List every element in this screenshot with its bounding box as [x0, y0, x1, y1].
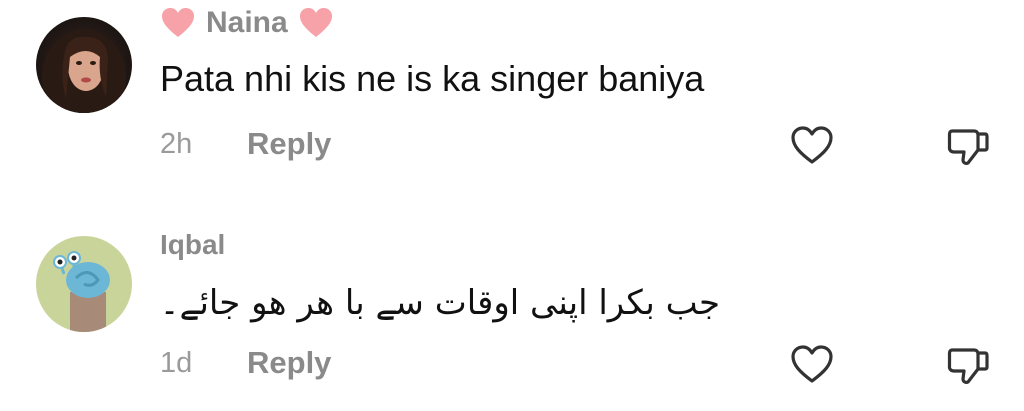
heart-outline-icon	[791, 345, 833, 383]
reply-button[interactable]: Reply	[247, 345, 331, 381]
dislike-button[interactable]	[944, 341, 992, 389]
cartoon-snail-avatar	[36, 236, 132, 332]
comment-item: Iqbal جب بکرا اپنی اوقات سے با ھر ھو جائ…	[0, 0, 1024, 411]
avatar[interactable]	[36, 236, 132, 332]
like-button[interactable]	[788, 341, 836, 389]
thumbs-down-icon	[947, 348, 989, 384]
comment-text: جب بکرا اپنی اوقات سے با ھر ھو جائے۔	[159, 283, 720, 323]
comment-timestamp: 1d	[160, 347, 193, 379]
username[interactable]: Iqbal	[160, 229, 225, 261]
